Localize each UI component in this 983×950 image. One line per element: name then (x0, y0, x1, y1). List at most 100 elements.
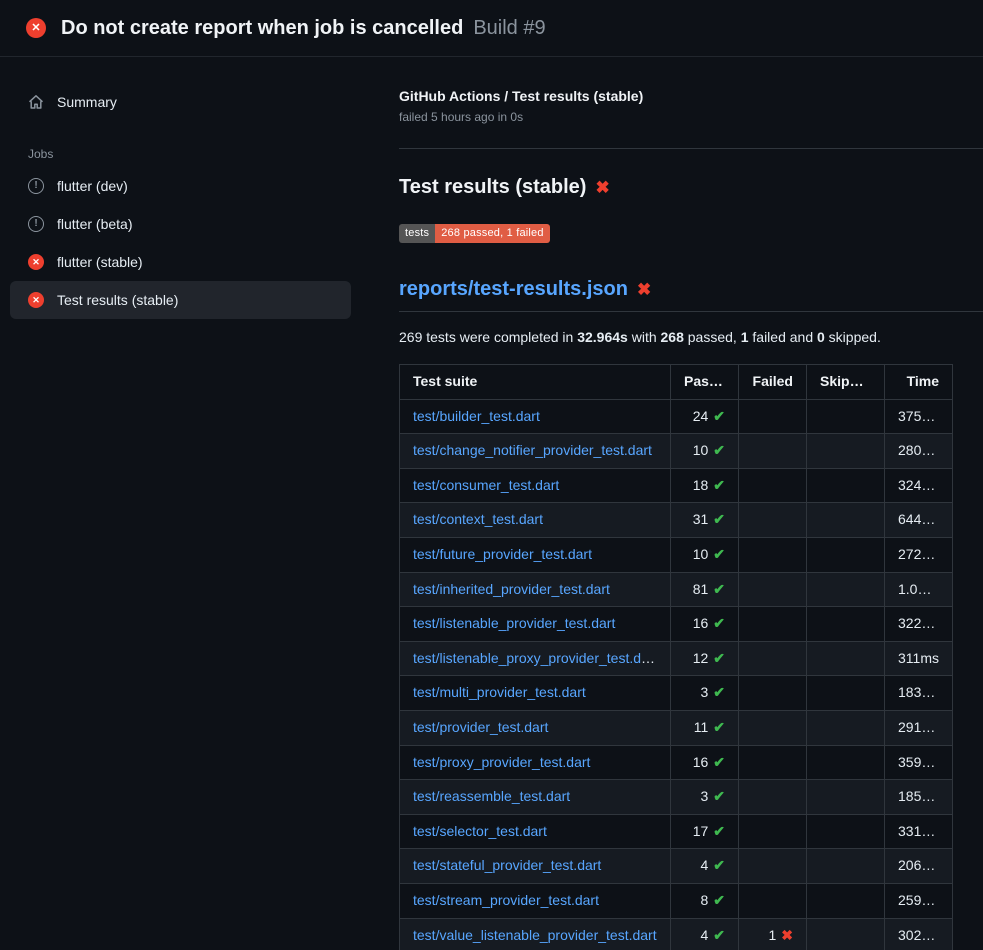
sidebar-item-flutter-beta[interactable]: ! flutter (beta) (10, 205, 351, 243)
test-suite-link[interactable]: test/provider_test.dart (413, 719, 548, 735)
suite-cell: test/change_notifier_provider_test.dart (400, 434, 671, 469)
jobs-heading: Jobs (10, 147, 351, 161)
table-row: test/value_listenable_provider_test.dart… (400, 918, 953, 950)
failed-cell (739, 849, 807, 884)
skipped-cell (807, 780, 885, 815)
skipped-cell (807, 537, 885, 572)
skipped-cell (807, 849, 885, 884)
check-icon: ✔ (713, 823, 725, 839)
section-title-text: Test results (stable) (399, 176, 586, 199)
suite-cell: test/provider_test.dart (400, 710, 671, 745)
time-cell: 183ms (885, 676, 953, 711)
time-cell: 291ms (885, 710, 953, 745)
job-label: Test results (stable) (57, 292, 178, 308)
check-icon: ✔ (713, 788, 725, 804)
skipped-cell (807, 399, 885, 434)
test-suite-link[interactable]: test/multi_provider_test.dart (413, 684, 586, 700)
check-icon: ✔ (713, 615, 725, 631)
sidebar: Summary Jobs ! flutter (dev) ! flutter (… (0, 57, 361, 319)
skipped-cell (807, 434, 885, 469)
time-cell: 1.065s (885, 572, 953, 607)
table-row: test/stream_provider_test.dart8✔259ms (400, 883, 953, 918)
time-cell: 206ms (885, 849, 953, 884)
badge-label: tests (399, 224, 435, 243)
suite-cell: test/reassemble_test.dart (400, 780, 671, 815)
test-suite-link[interactable]: test/change_notifier_provider_test.dart (413, 442, 652, 458)
suite-cell: test/value_listenable_provider_test.dart (400, 918, 671, 950)
test-suite-link[interactable]: test/listenable_provider_test.dart (413, 615, 615, 631)
table-row: test/reassemble_test.dart 3✔ 185ms (400, 780, 953, 815)
time-cell: 272ms (885, 537, 953, 572)
table-row: test/change_notifier_provider_test.dart1… (400, 434, 953, 469)
passed-cell: 3✔ (671, 780, 739, 815)
skipped-cell (807, 503, 885, 538)
check-icon: ✔ (713, 927, 725, 943)
run-header: ✕ Do not create report when job is cance… (0, 0, 983, 57)
summary-line: 269 tests were completed in 32.964s with… (399, 329, 983, 345)
sidebar-item-summary[interactable]: Summary (10, 83, 351, 121)
passed-cell: 16✔ (671, 745, 739, 780)
time-cell: 359ms (885, 745, 953, 780)
check-icon: ✔ (713, 754, 725, 770)
suite-cell: test/inherited_provider_test.dart (400, 572, 671, 607)
skipped-cell (807, 641, 885, 676)
x-icon: ✖ (781, 927, 793, 943)
passed-cell: 10✔ (671, 537, 739, 572)
failed-cell (739, 537, 807, 572)
failed-cell (739, 814, 807, 849)
time-cell: 185ms (885, 780, 953, 815)
suite-cell: test/future_provider_test.dart (400, 537, 671, 572)
test-results-table: Test suite Passed Failed Skipped Time te… (399, 364, 953, 950)
time-cell: 259ms (885, 883, 953, 918)
sidebar-summary-label: Summary (57, 94, 117, 110)
table-row: test/listenable_proxy_provider_test.dart… (400, 641, 953, 676)
skipped-cell (807, 572, 885, 607)
sidebar-item-flutter-dev[interactable]: ! flutter (dev) (10, 167, 351, 205)
suite-cell: test/listenable_proxy_provider_test.dart (400, 641, 671, 676)
suite-cell: test/stream_provider_test.dart (400, 883, 671, 918)
time-cell: 644ms (885, 503, 953, 538)
failed-cell (739, 607, 807, 642)
report-heading: reports/test-results.json ✖ (399, 278, 983, 312)
table-row: test/proxy_provider_test.dart 16✔ 359ms (400, 745, 953, 780)
test-suite-link[interactable]: test/proxy_provider_test.dart (413, 754, 590, 770)
test-table-body: test/builder_test.dart24✔375mstest/chang… (400, 399, 953, 950)
test-suite-link[interactable]: test/stateful_provider_test.dart (413, 857, 601, 873)
table-row: test/stateful_provider_test.dart4✔206ms (400, 849, 953, 884)
skipped-cell (807, 814, 885, 849)
report-file-link[interactable]: reports/test-results.json (399, 278, 628, 301)
run-title: Do not create report when job is cancell… (61, 17, 463, 40)
failed-status-icon: ✕ (28, 292, 44, 308)
check-icon: ✔ (713, 511, 725, 527)
test-suite-link[interactable]: test/reassemble_test.dart (413, 788, 570, 804)
failed-cell (739, 572, 807, 607)
section-title: Test results (stable) ✖ (399, 176, 983, 199)
passed-cell: 4✔ (671, 918, 739, 950)
check-icon: ✔ (713, 477, 725, 493)
test-suite-link[interactable]: test/context_test.dart (413, 511, 543, 527)
test-suite-link[interactable]: test/future_provider_test.dart (413, 546, 592, 562)
failed-status-icon: ✕ (26, 18, 46, 38)
suite-cell: test/builder_test.dart (400, 399, 671, 434)
time-cell: 322ms (885, 607, 953, 642)
table-row: test/builder_test.dart24✔375ms (400, 399, 953, 434)
test-suite-link[interactable]: test/listenable_proxy_provider_test.dart (413, 650, 657, 666)
test-suite-link[interactable]: test/builder_test.dart (413, 408, 540, 424)
table-row: test/inherited_provider_test.dart81✔1.06… (400, 572, 953, 607)
breadcrumb: GitHub Actions / Test results (stable) (399, 88, 983, 104)
failed-cell (739, 710, 807, 745)
test-suite-link[interactable]: test/consumer_test.dart (413, 477, 559, 493)
suite-cell: test/multi_provider_test.dart (400, 676, 671, 711)
sidebar-item-flutter-stable[interactable]: ✕ flutter (stable) (10, 243, 351, 281)
sidebar-item-test-results-stable[interactable]: ✕ Test results (stable) (10, 281, 351, 319)
failed-cell (739, 434, 807, 469)
test-suite-link[interactable]: test/stream_provider_test.dart (413, 892, 599, 908)
test-suite-link[interactable]: test/value_listenable_provider_test.dart (413, 927, 657, 943)
test-suite-link[interactable]: test/selector_test.dart (413, 823, 547, 839)
skipped-cell (807, 883, 885, 918)
check-icon: ✔ (713, 719, 725, 735)
test-suite-link[interactable]: test/inherited_provider_test.dart (413, 581, 610, 597)
check-icon: ✔ (713, 546, 725, 562)
divider (399, 148, 983, 149)
suite-cell: test/proxy_provider_test.dart (400, 745, 671, 780)
